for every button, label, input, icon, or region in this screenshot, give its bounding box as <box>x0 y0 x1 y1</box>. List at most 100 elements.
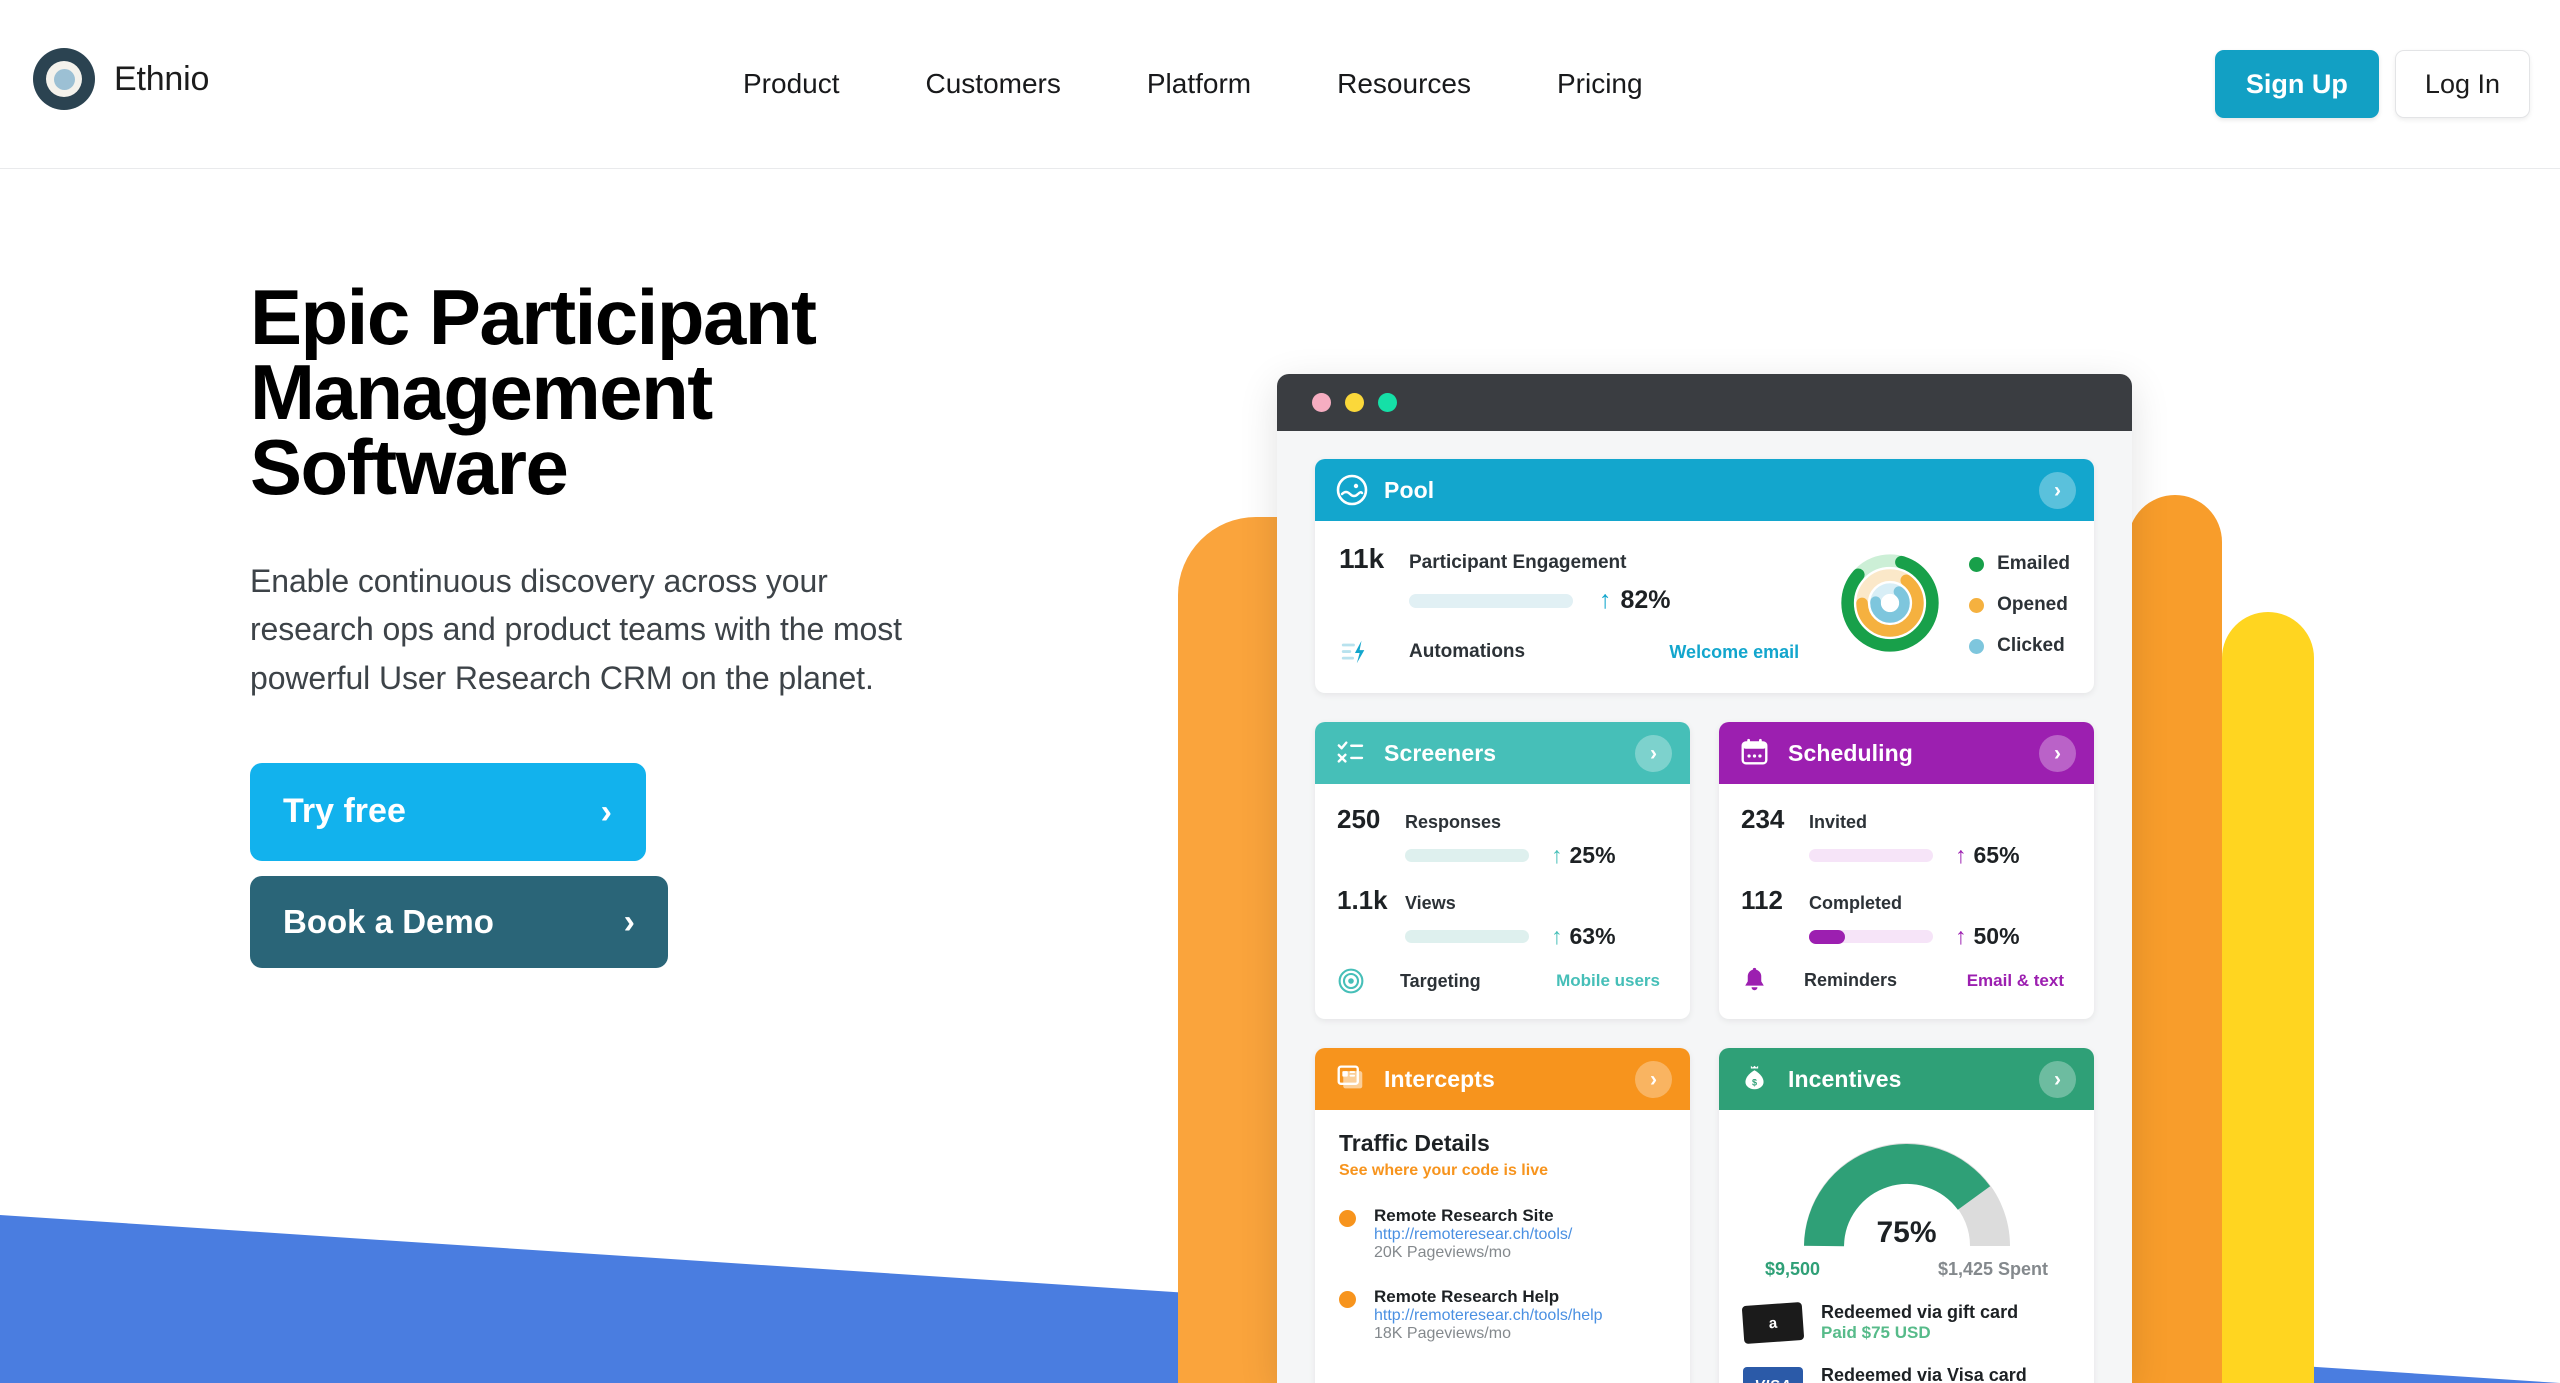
log-in-button[interactable]: Log In <box>2394 50 2530 118</box>
screeners-responses-metric: 250 Responses <box>1337 804 1668 835</box>
window-maximize-dot-icon[interactable] <box>1378 393 1397 412</box>
pool-avatar-icon <box>1336 474 1368 506</box>
scheduling-invited-label: Invited <box>1809 812 1868 832</box>
nav-item-product[interactable]: Product <box>700 68 883 100</box>
brand-logo-link[interactable]: Ethnio <box>33 48 209 110</box>
traffic-site-list: Remote Research Site http://remoteresear… <box>1339 1206 1666 1343</box>
window-close-dot-icon[interactable] <box>1312 393 1331 412</box>
card-pool[interactable]: Pool › 11k Participant Engagement ↑ 82% … <box>1315 459 2094 693</box>
card-incentives-header: $ Incentives › <box>1719 1048 2094 1110</box>
card-intercepts-body: Traffic Details See where your code is l… <box>1315 1110 1690 1383</box>
card-scheduling-chevron-right-icon[interactable]: › <box>2039 734 2076 772</box>
redemption-name: Redeemed via Visa card <box>1821 1365 2027 1383</box>
card-screeners-header: Screeners › <box>1315 722 1690 784</box>
screeners-views-delta-value: 63% <box>1569 923 1616 949</box>
hero-subtitle: Enable continuous discovery across your … <box>250 562 902 696</box>
visa-card-icon: VISA <box>1743 1366 1803 1383</box>
landing-page: Ethnio Product Customers Platform Resour… <box>0 0 2560 1383</box>
screeners-views-label: Views <box>1405 893 1456 913</box>
nav-item-pricing[interactable]: Pricing <box>1514 68 1686 100</box>
site-pageviews: 18K Pageviews/mo <box>1374 1325 1511 1342</box>
status-dot-icon <box>1339 1210 1356 1227</box>
card-incentives-title: Incentives <box>1788 1065 1902 1092</box>
pool-automations-value[interactable]: Welcome email <box>1669 642 1799 663</box>
card-incentives-chevron-right-icon[interactable]: › <box>2039 1060 2076 1098</box>
screeners-targeting-row: Targeting Mobile users <box>1337 967 1668 995</box>
try-free-button[interactable]: Try free › <box>250 762 646 861</box>
list-item[interactable]: VISA Redeemed via Visa card Paid $50 USD <box>1743 1365 2070 1383</box>
redemption-name: Redeemed via gift card <box>1821 1302 2019 1322</box>
pool-automations-label: Automations <box>1409 641 1526 662</box>
scheduling-invited-bar-row: ↑ 65% <box>1809 842 2072 869</box>
decor-orange-right-shape <box>2128 495 2222 1383</box>
gauge-spent-label: $1,425 Spent <box>1937 1259 2048 1279</box>
list-item[interactable]: Remote Research Site http://remoteresear… <box>1339 1206 1666 1262</box>
nav-item-resources[interactable]: Resources <box>1294 68 1514 100</box>
pool-donut-area: Emailed Opened Clicked <box>1827 543 2070 667</box>
legend-item-clicked: Clicked <box>1969 635 2070 657</box>
cards-row-bottom: Intercepts › Traffic Details See where y… <box>1315 1048 2094 1383</box>
pool-delta-value: 82% <box>1620 586 1671 614</box>
card-incentives[interactable]: $ Incentives › 75% $9,500 $1,425 Spent a… <box>1719 1048 2094 1383</box>
scheduling-invited-delta: ↑ 65% <box>1955 842 2020 869</box>
book-a-demo-button[interactable]: Book a Demo › <box>250 875 668 968</box>
card-incentives-body: 75% $9,500 $1,425 Spent a Redeemed via g… <box>1719 1110 2094 1383</box>
scheduling-completed-bar-row: ↑ 50% <box>1809 923 2072 950</box>
screeners-targeting-value[interactable]: Mobile users <box>1556 971 1660 991</box>
screeners-views-progress-bar <box>1405 930 1529 943</box>
legend-item-opened: Opened <box>1969 594 2070 616</box>
nav-item-customers[interactable]: Customers <box>883 68 1104 100</box>
site-url[interactable]: http://remoteresear.ch/tools/help <box>1374 1307 1603 1324</box>
window-stack-icon <box>1336 1063 1368 1095</box>
card-scheduling-body: 234 Invited ↑ 65% 112 Completed ↑ 50% Re… <box>1719 784 2094 1018</box>
card-screeners-chevron-right-icon[interactable]: › <box>1635 734 1672 772</box>
legend-dot-icon <box>1969 556 1985 572</box>
status-dot-icon <box>1339 1291 1356 1308</box>
nav-item-platform[interactable]: Platform <box>1104 68 1294 100</box>
book-a-demo-label: Book a Demo <box>283 902 494 940</box>
scheduling-completed-delta: ↑ 50% <box>1955 923 2020 950</box>
legend-label-emailed: Emailed <box>1997 553 2070 574</box>
pool-delta: ↑ 82% <box>1599 586 1671 615</box>
scheduling-completed-progress-fill <box>1809 930 1845 944</box>
scheduling-completed-value: 112 <box>1741 885 1783 915</box>
incentives-gauge-chart: 75% <box>1802 1138 2012 1250</box>
hero-title-line-3: Software <box>250 422 569 511</box>
site-name: Remote Research Help <box>1374 1287 1560 1306</box>
arrow-up-icon: ↑ <box>1551 923 1563 949</box>
scheduling-completed-delta-value: 50% <box>1973 923 2020 949</box>
card-screeners[interactable]: Screeners › 250 Responses ↑ 25% 1.1k Vie… <box>1315 722 1690 1019</box>
automation-bolt-icon <box>1339 637 1372 667</box>
svg-text:$: $ <box>1752 1078 1757 1088</box>
main-navigation: Product Customers Platform Resources Pri… <box>700 0 1686 168</box>
app-preview-window: Pool › 11k Participant Engagement ↑ 82% … <box>1277 374 2132 1383</box>
scheduling-completed-progress-bar <box>1809 930 1933 944</box>
chevron-right-icon: › <box>600 792 612 831</box>
card-scheduling[interactable]: Scheduling › 234 Invited ↑ 65% 112 Compl… <box>1719 722 2094 1019</box>
screeners-views-delta: ↑ 63% <box>1551 923 1616 950</box>
site-url[interactable]: http://remoteresear.ch/tools/ <box>1374 1226 1572 1243</box>
list-item[interactable]: Remote Research Help http://remoteresear… <box>1339 1287 1666 1343</box>
card-screeners-body: 250 Responses ↑ 25% 1.1k Views ↑ 63% Tar… <box>1315 784 1690 1019</box>
window-minimize-dot-icon[interactable] <box>1345 393 1364 412</box>
scheduling-reminders-value[interactable]: Email & text <box>1967 971 2064 991</box>
card-intercepts[interactable]: Intercepts › Traffic Details See where y… <box>1315 1048 1690 1383</box>
card-pool-chevron-right-icon[interactable]: › <box>2039 471 2076 509</box>
app-dashboard-body: Pool › 11k Participant Engagement ↑ 82% … <box>1277 431 2132 1383</box>
list-item[interactable]: a Redeemed via gift card Paid $75 USD <box>1741 1301 2070 1344</box>
chevron-right-icon: › <box>623 902 635 941</box>
money-bag-icon: $ <box>1740 1063 1772 1095</box>
screeners-responses-bar-row: ↑ 25% <box>1405 842 1668 869</box>
legend-dot-icon <box>1969 638 1985 654</box>
scheduling-reminders-row: Reminders Email & text <box>1741 967 2072 994</box>
site-pageviews: 20K Pageviews/mo <box>1374 1244 1511 1261</box>
card-screeners-title: Screeners <box>1384 739 1497 766</box>
decor-yellow-right-shape <box>2222 612 2314 1383</box>
sign-up-button[interactable]: Sign Up <box>2214 50 2379 118</box>
page-title: Epic Participant Management Software <box>250 278 990 506</box>
card-intercepts-chevron-right-icon[interactable]: › <box>1635 1060 1672 1098</box>
scheduling-reminders-label: Reminders <box>1804 970 1898 990</box>
cards-row-middle: Screeners › 250 Responses ↑ 25% 1.1k Vie… <box>1315 722 2094 1048</box>
screeners-views-metric: 1.1k Views <box>1337 885 1668 916</box>
engagement-donut-legend: Emailed Opened Clicked <box>1969 553 2070 657</box>
